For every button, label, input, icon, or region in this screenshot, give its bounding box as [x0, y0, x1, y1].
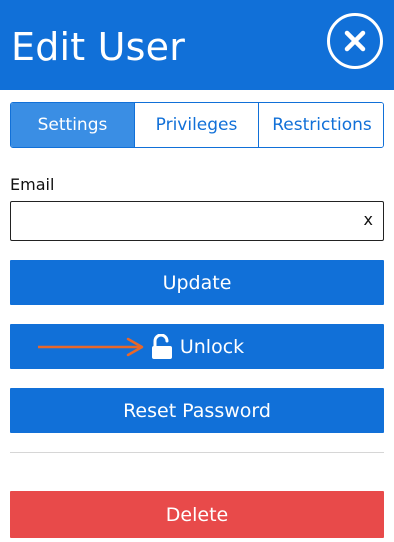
clear-input-button[interactable]: x [364, 210, 373, 229]
close-button[interactable] [327, 13, 383, 69]
header-bar: Edit User [0, 0, 394, 90]
update-button[interactable]: Update [10, 260, 384, 305]
tab-privileges[interactable]: Privileges [135, 103, 259, 147]
email-label: Email [10, 175, 55, 194]
reset-password-button[interactable]: Reset Password [10, 388, 384, 433]
annotation-arrow-icon [38, 337, 144, 357]
tab-restrictions[interactable]: Restrictions [259, 103, 383, 147]
email-field[interactable] [11, 202, 351, 240]
divider [10, 452, 384, 453]
tab-bar: Settings Privileges Restrictions [10, 102, 384, 148]
tab-settings[interactable]: Settings [11, 103, 135, 147]
unlock-button-label: Unlock [179, 335, 245, 358]
unlock-icon [151, 333, 172, 359]
reset-password-button-label: Reset Password [123, 399, 271, 422]
email-field-container: x [10, 201, 384, 241]
delete-button[interactable]: Delete [10, 491, 384, 538]
update-button-label: Update [162, 271, 232, 294]
delete-button-label: Delete [165, 503, 229, 526]
page-title: Edit User [11, 25, 186, 69]
close-icon [344, 30, 366, 52]
